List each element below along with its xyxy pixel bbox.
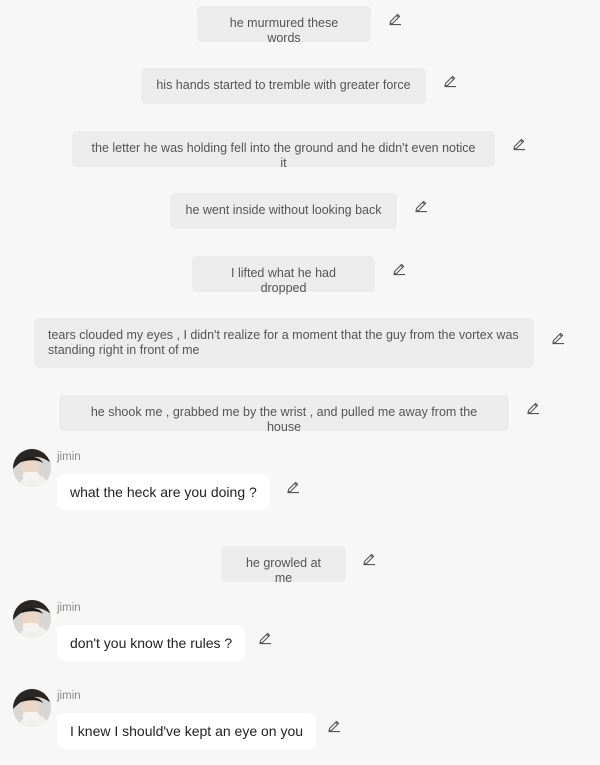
- message-bubble: I knew I should've kept an eye on you: [57, 713, 317, 749]
- edit-pencil-icon[interactable]: [512, 137, 526, 151]
- edit-pencil-icon[interactable]: [286, 480, 300, 494]
- edit-pencil-icon[interactable]: [526, 401, 540, 415]
- edit-pencil-icon[interactable]: [392, 262, 406, 276]
- message-bubble: don't you know the rules ?: [57, 625, 246, 661]
- avatar[interactable]: [13, 449, 51, 487]
- narration-text: he growled at me: [245, 556, 322, 585]
- narration-bubble: he growled at me: [221, 546, 346, 585]
- narration-text: his hands started to tremble with greate…: [156, 78, 411, 92]
- sender-name: jimin: [57, 690, 81, 702]
- narration-text: he went inside without looking back: [185, 203, 382, 217]
- narration-text: the letter he was holding fell into the …: [91, 141, 476, 170]
- narration-bubble: he shook me , grabbed me by the wrist , …: [59, 395, 509, 434]
- edit-pencil-icon[interactable]: [327, 719, 341, 733]
- narration-bubble: his hands started to tremble with greate…: [141, 68, 426, 104]
- edit-pencil-icon[interactable]: [388, 12, 402, 26]
- edit-pencil-icon[interactable]: [443, 74, 457, 88]
- narration-text: he murmured these words: [229, 16, 339, 45]
- edit-pencil-icon[interactable]: [414, 199, 428, 213]
- narration-bubble: tears clouded my eyes , I didn't realize…: [34, 318, 534, 368]
- avatar[interactable]: [13, 689, 51, 727]
- edit-pencil-icon[interactable]: [258, 631, 272, 645]
- edit-pencil-icon[interactable]: [362, 552, 376, 566]
- narration-bubble: the letter he was holding fell into the …: [72, 131, 495, 170]
- message-bubble: what the heck are you doing ?: [57, 474, 270, 510]
- message-text: I knew I should've kept an eye on you: [70, 723, 304, 739]
- avatar[interactable]: [13, 600, 51, 638]
- narration-bubble: I lifted what he had dropped: [192, 256, 375, 295]
- message-text: don't you know the rules ?: [70, 635, 233, 651]
- sender-name: jimin: [57, 451, 81, 463]
- narration-text: I lifted what he had dropped: [231, 266, 336, 295]
- sender-name: jimin: [57, 602, 81, 614]
- narration-text: he shook me , grabbed me by the wrist , …: [90, 405, 478, 434]
- narration-bubble: he murmured these words: [197, 6, 371, 45]
- narration-bubble: he went inside without looking back: [170, 193, 397, 229]
- edit-pencil-icon[interactable]: [551, 331, 565, 345]
- narration-text: tears clouded my eyes , I didn't realize…: [48, 328, 519, 357]
- message-text: what the heck are you doing ?: [70, 484, 257, 500]
